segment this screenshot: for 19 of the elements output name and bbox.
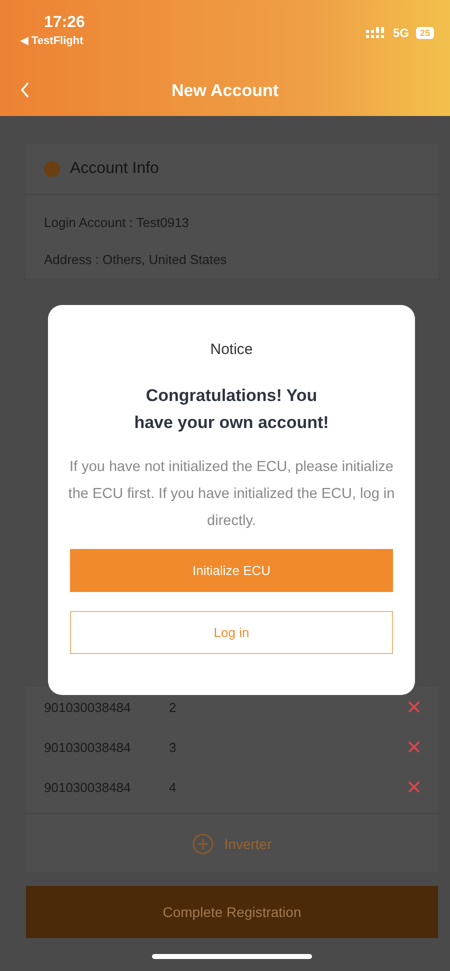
page-title: New Account [171, 81, 279, 101]
back-to-app-link[interactable]: ◀ TestFlight [20, 34, 85, 47]
network-type: 5G [392, 26, 409, 40]
signal-icon [366, 27, 386, 39]
dialog-message: If you have not initialized the ECU, please initialize the ECU first. If you have initialized the ECU, log in directly. [67, 458, 396, 531]
dialog-title: Notice [210, 341, 253, 358]
section-dot-icon [44, 161, 60, 177]
status-time: 17:26 [44, 14, 85, 32]
battery-level: 25 [416, 27, 434, 39]
initialize-button[interactable]: Initialize ECU [70, 549, 393, 592]
login-button[interactable]: Log in [70, 611, 393, 654]
delete-icon[interactable] [408, 741, 420, 753]
complete-registration-button[interactable]: Complete Registration [26, 886, 438, 938]
add-icon [192, 833, 214, 855]
add-inverter-button[interactable]: Inverter [186, 832, 278, 856]
dialog-heading: Congratulations! You have your own account! [133, 385, 330, 434]
delete-icon[interactable] [408, 701, 420, 713]
delete-icon[interactable] [408, 781, 420, 793]
section-title: Account Info [70, 160, 159, 178]
